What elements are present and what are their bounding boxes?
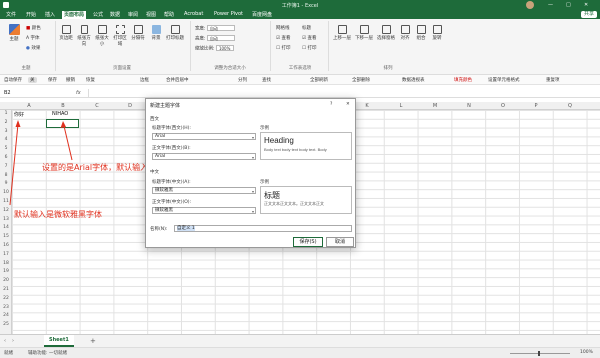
sample-body: Body text body text body text. Body <box>264 147 327 152</box>
name-value: 自定义 1 <box>177 226 195 231</box>
zoom-slider-thumb[interactable] <box>538 351 540 356</box>
body-western-value: Arial <box>155 154 166 159</box>
body-asian-value: 微软雅黑 <box>155 208 173 213</box>
sheet-tab-bar: ‹ › Sheet1 + <box>0 334 600 347</box>
heading-asian-label: 标题字体(中文)(A): <box>152 180 191 185</box>
help-button[interactable]: ? <box>330 102 332 107</box>
arrow-left <box>9 123 19 206</box>
asian-sample-box: 标题 正文文本正文文本。正文文本正文 <box>260 186 352 214</box>
sheet-tab-sheet1[interactable]: Sheet1 <box>44 335 74 347</box>
arrow-middle <box>63 125 73 161</box>
add-sheet-button[interactable]: + <box>90 337 96 345</box>
accessibility-status[interactable]: 辅助功能: 一切就绪 <box>28 350 67 356</box>
chevron-down-icon: ▾ <box>251 189 254 194</box>
body-western-label: 正文字体(西文)(B): <box>152 146 191 151</box>
asian-sample-label: 示例 <box>260 180 269 185</box>
heading-western-label: 标题字体(西文)(H): <box>152 126 191 131</box>
save-dialog-button[interactable]: 保存(S) <box>293 237 323 247</box>
sample-heading: Heading <box>264 136 294 145</box>
status-ready: 就绪 <box>4 351 13 356</box>
chevron-right-icon[interactable]: › <box>12 338 14 344</box>
western-sample-label: 示例 <box>260 126 269 131</box>
body-asian-label: 正文字体(中文)(O): <box>152 200 192 205</box>
arrowhead-left <box>15 120 21 127</box>
new-theme-fonts-dialog: 新建主题字体 ? ✕ 西文 标题字体(西文)(H): Arial ▾ 正文字体(西… <box>145 98 356 248</box>
sample-heading-cn: 标题 <box>264 191 280 200</box>
arrowhead-middle <box>60 121 66 128</box>
chevron-down-icon: ▾ <box>251 155 254 160</box>
heading-western-value: Arial <box>155 134 166 139</box>
western-sample-box: Heading Body text body text body text. B… <box>260 132 352 160</box>
chevron-left-icon[interactable]: ‹ <box>4 338 6 344</box>
dialog-title: 新建主题字体 <box>150 103 181 109</box>
chevron-down-icon: ▾ <box>251 135 254 140</box>
western-section-title: 西文 <box>150 117 159 122</box>
heading-western-select[interactable]: Arial ▾ <box>152 133 256 140</box>
sample-body-cn: 正文文本正文文本。正文文本正文 <box>264 201 324 206</box>
status-bar: 就绪 辅助功能: 一切就绪 100% <box>0 347 600 358</box>
zoom-level[interactable]: 100% <box>580 350 593 355</box>
body-asian-select[interactable]: 微软雅黑 ▾ <box>152 207 256 214</box>
annotation-left: 默认输入是微软雅黑字体 <box>14 210 102 219</box>
body-western-select[interactable]: Arial ▾ <box>152 153 256 160</box>
cancel-dialog-button[interactable]: 取消 <box>326 237 354 247</box>
heading-asian-value: 微软雅黑 <box>155 188 173 193</box>
name-input[interactable]: 自定义 1 <box>174 225 352 232</box>
name-label: 名称(N): <box>150 227 168 232</box>
chevron-down-icon: ▾ <box>251 209 254 214</box>
zoom-slider[interactable] <box>510 353 570 354</box>
heading-asian-select[interactable]: 微软雅黑 ▾ <box>152 187 256 194</box>
dialog-close-button[interactable]: ✕ <box>346 102 350 107</box>
asian-section-title: 中文 <box>150 170 159 175</box>
